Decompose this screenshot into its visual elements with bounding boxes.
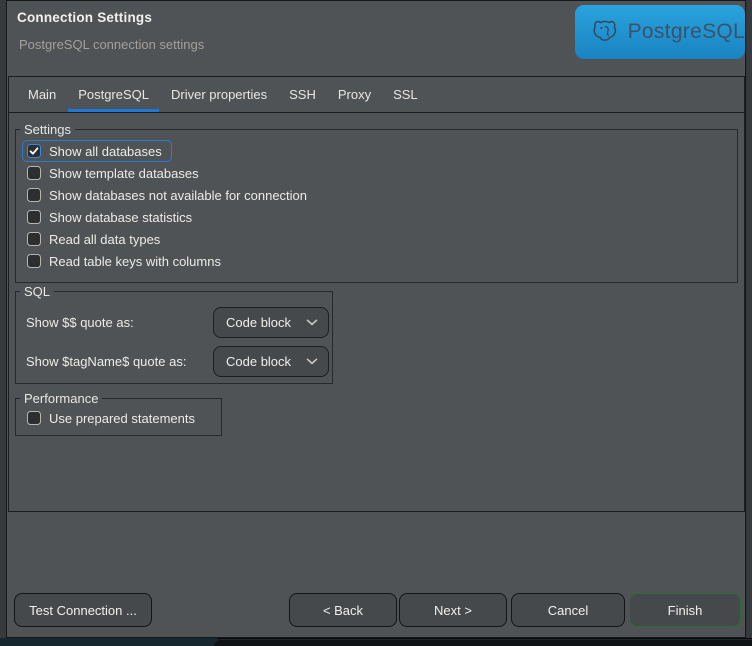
checkbox-show-template-databases[interactable]: Show template databases — [22, 162, 209, 184]
tab-ssl[interactable]: SSL — [382, 77, 429, 112]
tab-label: SSL — [393, 87, 418, 102]
finish-button[interactable]: Finish — [629, 593, 741, 627]
checkbox-label: Show database statistics — [49, 210, 192, 225]
test-connection-button[interactable]: Test Connection ... — [14, 593, 152, 627]
performance-group-title: Performance — [20, 390, 102, 407]
checkbox-box[interactable] — [27, 232, 41, 246]
sql-row-tagname-quote: Show $tagName$ quote as: Code block — [26, 346, 326, 377]
postgresql-elephant-icon — [591, 13, 619, 51]
page-title: Connection Settings — [17, 10, 152, 25]
checkbox-label: Use prepared statements — [49, 411, 195, 426]
tab-label: Main — [28, 87, 56, 102]
checkbox-box[interactable] — [27, 188, 41, 202]
tab-proxy[interactable]: Proxy — [327, 77, 382, 112]
checkbox-label: Show all databases — [49, 144, 162, 159]
checkbox-label: Show databases not available for connect… — [49, 188, 307, 203]
checkbox-read-table-keys[interactable]: Read table keys with columns — [22, 250, 231, 272]
tab-main[interactable]: Main — [17, 77, 67, 112]
cancel-button[interactable]: Cancel — [511, 593, 625, 627]
screen: Connection Settings PostgreSQL connectio… — [0, 0, 752, 646]
tab-postgresql[interactable]: PostgreSQL — [67, 77, 160, 112]
tab-bar: Main PostgreSQL Driver properties SSH Pr… — [9, 77, 744, 113]
dropdown-label: Show $tagName$ quote as: — [26, 346, 186, 377]
chevron-down-icon — [306, 319, 318, 326]
checkbox-box[interactable] — [27, 411, 41, 425]
performance-group: Performance Use prepared statements — [15, 398, 222, 436]
checkbox-box[interactable] — [27, 144, 41, 158]
checkbox-box[interactable] — [27, 166, 41, 180]
sql-group-title: SQL — [20, 283, 54, 300]
settings-group-title: Settings — [20, 121, 75, 138]
chevron-down-icon — [306, 358, 318, 365]
tab-label: PostgreSQL — [78, 87, 149, 102]
settings-options: Show all databases Show template databas… — [22, 140, 733, 272]
dollar-quote-dropdown[interactable]: Code block — [213, 307, 329, 338]
dropdown-value: Code block — [226, 315, 291, 330]
background-terminal-edge — [0, 638, 218, 646]
checkbox-use-prepared-statements[interactable]: Use prepared statements — [22, 407, 205, 429]
postgresql-banner: PostgreSQL — [575, 5, 745, 59]
postgresql-brand-text: PostgreSQL — [628, 20, 745, 44]
tab-label: Driver properties — [171, 87, 267, 102]
sql-row-dollar-quote: Show $$ quote as: Code block — [26, 307, 326, 338]
checkbox-show-all-databases[interactable]: Show all databases — [22, 140, 172, 162]
checkbox-label: Read all data types — [49, 232, 160, 247]
tab-label: SSH — [289, 87, 316, 102]
page-subtitle: PostgreSQL connection settings — [19, 37, 204, 52]
settings-group: Settings Show all databases Show templat… — [15, 129, 738, 283]
tagname-quote-dropdown[interactable]: Code block — [213, 346, 329, 377]
background-window-corner — [214, 639, 752, 646]
tab-driver-properties[interactable]: Driver properties — [160, 77, 278, 112]
checkbox-label: Show template databases — [49, 166, 199, 181]
checkbox-read-all-data-types[interactable]: Read all data types — [22, 228, 170, 250]
checkbox-label: Read table keys with columns — [49, 254, 221, 269]
back-button[interactable]: < Back — [289, 593, 397, 627]
tab-ssh[interactable]: SSH — [278, 77, 327, 112]
dropdown-value: Code block — [226, 354, 291, 369]
checkmark-icon — [28, 145, 40, 157]
right-edge-strip — [747, 0, 752, 638]
sql-group: SQL Show $$ quote as: Code block Show $t… — [15, 291, 333, 384]
performance-options: Use prepared statements — [22, 407, 217, 429]
dropdown-label: Show $$ quote as: — [26, 307, 134, 338]
checkbox-box[interactable] — [27, 254, 41, 268]
connection-settings-dialog: Connection Settings PostgreSQL connectio… — [6, 0, 746, 638]
next-button[interactable]: Next > — [399, 593, 507, 627]
tab-container: Main PostgreSQL Driver properties SSH Pr… — [8, 76, 745, 512]
tab-label: Proxy — [338, 87, 371, 102]
background-window-strip — [0, 638, 752, 646]
checkbox-show-database-statistics[interactable]: Show database statistics — [22, 206, 202, 228]
checkbox-box[interactable] — [27, 210, 41, 224]
checkbox-show-databases-not-available[interactable]: Show databases not available for connect… — [22, 184, 317, 206]
